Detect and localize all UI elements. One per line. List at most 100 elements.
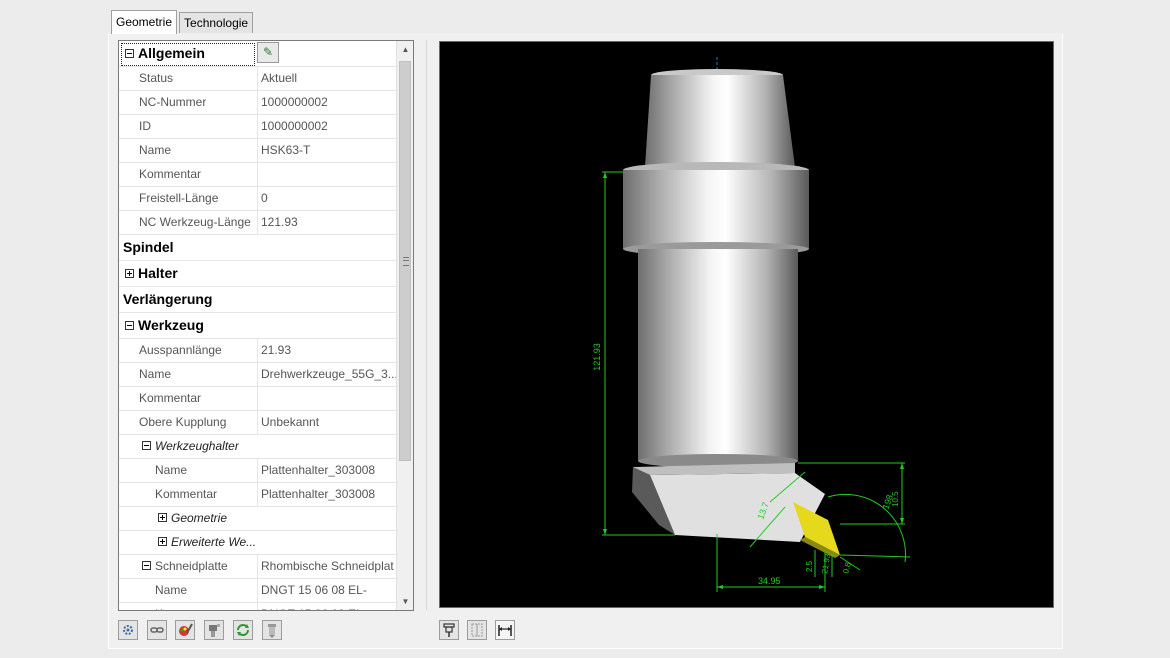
property-row-halter-kommentar[interactable]: Kommentar Plattenhalter_303008 [119, 483, 396, 507]
property-value[interactable]: Unbekannt [257, 411, 396, 434]
category-label: Spindel [123, 239, 174, 255]
property-row-id[interactable]: ID 1000000002 [119, 115, 396, 139]
property-key: NC Werkzeug-Länge [139, 215, 251, 229]
property-row-name[interactable]: Name HSK63-T [119, 139, 396, 163]
tool-sort-icon[interactable]: ✎ [257, 42, 279, 63]
shank-body [638, 249, 798, 461]
dim-angle: 198 [880, 493, 895, 511]
property-row-schneidplatte[interactable]: Schneidplatte Rhombische Schneidplat [119, 555, 396, 579]
dim-insert-b: 2.5 [805, 560, 814, 572]
property-key: Freistell-Länge [139, 191, 219, 205]
property-key: NC-Nummer [139, 95, 207, 109]
scrollbar-thumb[interactable] [399, 61, 411, 461]
property-key: Ausspannlänge [139, 343, 222, 357]
property-value[interactable] [257, 387, 396, 410]
property-key: Name [155, 463, 188, 477]
group-geometrie[interactable]: Geometrie [119, 507, 396, 531]
property-row-halter-name[interactable]: Name Plattenhalter_303008 [119, 459, 396, 483]
group-label: Erweiterte We... [171, 535, 257, 549]
property-row-obere-kupplung[interactable]: Obere Kupplung Unbekannt [119, 411, 396, 435]
property-key: Obere Kupplung [139, 415, 227, 429]
collapse-icon[interactable] [142, 561, 151, 571]
vertical-scrollbar[interactable]: ▲ ▼ [396, 41, 413, 610]
property-value[interactable]: Rhombische Schneidplat [257, 555, 396, 578]
refresh-icon[interactable] [233, 620, 253, 640]
tool-insert-icon[interactable] [262, 620, 282, 640]
group-label: Geometrie [171, 511, 228, 525]
property-row-ausspannlaenge[interactable]: Ausspannlänge 21.93 [119, 339, 396, 363]
tab-technologie[interactable]: Technologie [179, 12, 254, 33]
property-value[interactable]: Aktuell [257, 67, 396, 90]
property-key: Kommentar [139, 167, 202, 181]
category-label: Allgemein [138, 45, 205, 61]
expand-icon[interactable] [158, 513, 167, 523]
property-key: Name [139, 367, 172, 381]
assembly-view-icon[interactable] [467, 620, 487, 640]
flange-body [623, 170, 809, 249]
category-label: Werkzeug [138, 317, 204, 333]
expand-icon[interactable] [125, 268, 134, 278]
category-label: Halter [138, 265, 178, 281]
tool-view-icon[interactable] [439, 620, 459, 640]
taper-body [645, 75, 795, 167]
group-label: Werkzeughalter [155, 439, 239, 453]
property-value[interactable]: DNGT 15 06 08 EL- [257, 603, 396, 610]
property-value[interactable]: Plattenhalter_303008 [257, 483, 396, 506]
property-row-kommentar[interactable]: Kommentar [119, 163, 396, 187]
property-value[interactable] [257, 163, 396, 186]
property-row-status[interactable]: Status Aktuell [119, 67, 396, 91]
collapse-icon[interactable] [142, 441, 151, 451]
property-key: Schneidplatte [155, 559, 228, 573]
property-value[interactable]: Plattenhalter_303008 [257, 459, 396, 482]
panel-splitter[interactable] [426, 40, 427, 610]
dim-width: 34.95 [758, 576, 781, 586]
property-row-werkzeug-kommentar[interactable]: Kommentar [119, 387, 396, 411]
holder-icon[interactable] [204, 620, 224, 640]
property-rows: Allgemein ✎ Status Aktuell NC-Nummer 10000… [119, 41, 396, 610]
scroll-down-icon[interactable]: ▼ [397, 593, 413, 610]
link-icon[interactable] [147, 620, 167, 640]
scroll-up-icon[interactable]: ▲ [397, 41, 413, 58]
property-key: Name [139, 143, 172, 157]
category-spindel[interactable]: Spindel [119, 235, 396, 261]
paint-icon[interactable] [175, 620, 195, 640]
property-grid: Allgemein ✎ Status Aktuell NC-Nummer 10000… [118, 40, 414, 611]
property-value[interactable]: DNGT 15 06 08 EL- [257, 579, 396, 602]
property-value[interactable]: 121.93 [257, 211, 396, 234]
collapse-icon[interactable] [125, 48, 134, 58]
property-value[interactable]: Drehwerkzeuge_55G_3... [257, 363, 396, 386]
property-value[interactable]: 1000000002 [257, 115, 396, 138]
property-key: Kommentar [139, 391, 202, 405]
category-werkzeug[interactable]: Werkzeug [119, 313, 396, 339]
property-value[interactable]: 21.93 [257, 339, 396, 362]
group-werkzeughalter[interactable]: Werkzeughalter [119, 435, 396, 459]
expand-icon[interactable] [158, 537, 167, 547]
property-row-platte-name[interactable]: Name DNGT 15 06 08 EL- [119, 579, 396, 603]
property-row-platte-kommentar[interactable]: Kommentar DNGT 15 06 08 EL- [119, 603, 396, 610]
property-row-werkzeug-name[interactable]: Name Drehwerkzeuge_55G_3... [119, 363, 396, 387]
category-allgemein[interactable]: Allgemein ✎ [119, 41, 396, 67]
settings-gear-icon[interactable] [118, 620, 138, 640]
property-value[interactable]: HSK63-T [257, 139, 396, 162]
category-verlaengerung[interactable]: Verlängerung [119, 287, 396, 313]
category-halter[interactable]: Halter [119, 261, 396, 287]
property-row-nc-nummer[interactable]: NC-Nummer 1000000002 [119, 91, 396, 115]
dim-offset-b: 21.93 [820, 553, 832, 575]
dim-total-length: 121.93 [592, 343, 602, 371]
dimension-icon[interactable] [495, 620, 515, 640]
property-value[interactable]: 1000000002 [257, 91, 396, 114]
group-erweiterte-werte[interactable]: Erweiterte We... [119, 531, 396, 555]
3d-viewport[interactable]: 121.93 13.7 2.5 0.8 34.95 10.5 21.93 198 [439, 41, 1054, 608]
property-key: Kommentar [155, 603, 217, 610]
tab-geometrie[interactable]: Geometrie [111, 10, 178, 34]
property-value[interactable]: 0 [257, 187, 396, 210]
property-key: Name [155, 583, 188, 597]
tab-bar: Geometrie Technologie [111, 10, 255, 34]
property-key: ID [139, 119, 151, 133]
property-key: Status [139, 71, 174, 85]
tool-render: 121.93 13.7 2.5 0.8 34.95 10.5 21.93 198 [592, 57, 911, 592]
property-row-nc-werkzeug-laenge[interactable]: NC Werkzeug-Länge 121.93 [119, 211, 396, 235]
collapse-icon[interactable] [125, 320, 134, 330]
property-row-freistell-laenge[interactable]: Freistell-Länge 0 [119, 187, 396, 211]
dim-insert-c: 0.8 [841, 561, 853, 575]
